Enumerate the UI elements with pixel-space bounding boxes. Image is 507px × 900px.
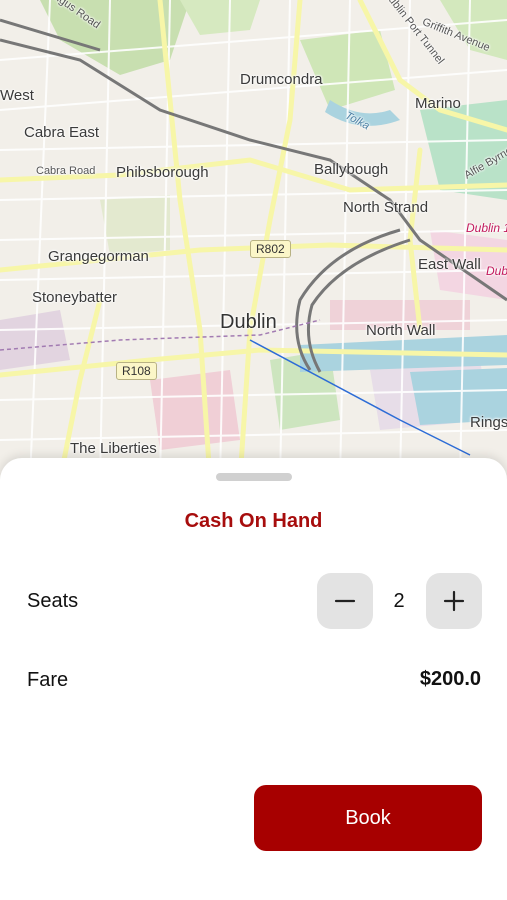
- road-shield-r802: R802: [250, 240, 291, 258]
- road-shield-r108: R108: [116, 362, 157, 380]
- map-label-cabra-road: Cabra Road: [36, 165, 96, 177]
- map-label-west: West: [0, 87, 34, 104]
- map-label-north-strand: North Strand: [343, 199, 429, 216]
- map-label-phibsborough: Phibsborough: [116, 164, 209, 181]
- map-view[interactable]: ngus Road Griffith Avenue Dublin Port Tu…: [0, 0, 507, 480]
- booking-sheet: Cash On Hand Seats 2 Fare $200.0 Book: [0, 458, 507, 900]
- drag-handle[interactable]: [216, 473, 292, 481]
- map-label-the-liberties: The Liberties: [70, 440, 157, 457]
- seats-count: 2: [393, 590, 405, 612]
- book-button[interactable]: Book: [254, 785, 482, 851]
- payment-method-title: Cash On Hand: [184, 510, 323, 532]
- decrease-seats-button[interactable]: [317, 573, 373, 629]
- minus-icon: [334, 599, 356, 603]
- fare-amount: $200.0: [419, 668, 481, 690]
- map-label-east-wall: East Wall: [418, 256, 481, 273]
- map-label-grangegorman: Grangegorman: [48, 248, 149, 265]
- map-label-stoneybatter: Stoneybatter: [32, 289, 118, 306]
- map-label-rings: Rings: [470, 414, 507, 431]
- increase-seats-button[interactable]: [426, 573, 482, 629]
- map-label-north-wall: North Wall: [366, 322, 436, 339]
- map-label-drumcondra: Drumcondra: [240, 71, 323, 88]
- map-label-marino: Marino: [415, 95, 461, 112]
- fare-label: Fare: [27, 669, 69, 691]
- map-label-cabra-east: Cabra East: [24, 124, 100, 141]
- plus-icon: [443, 590, 465, 612]
- map-label-dub: Dub: [486, 264, 507, 278]
- map-label-dublin: Dublin: [220, 311, 277, 333]
- map-label-ballybough: Ballybough: [314, 161, 389, 178]
- seats-label: Seats: [27, 590, 79, 612]
- map-label-dublin-1: Dublin 1: [466, 221, 507, 235]
